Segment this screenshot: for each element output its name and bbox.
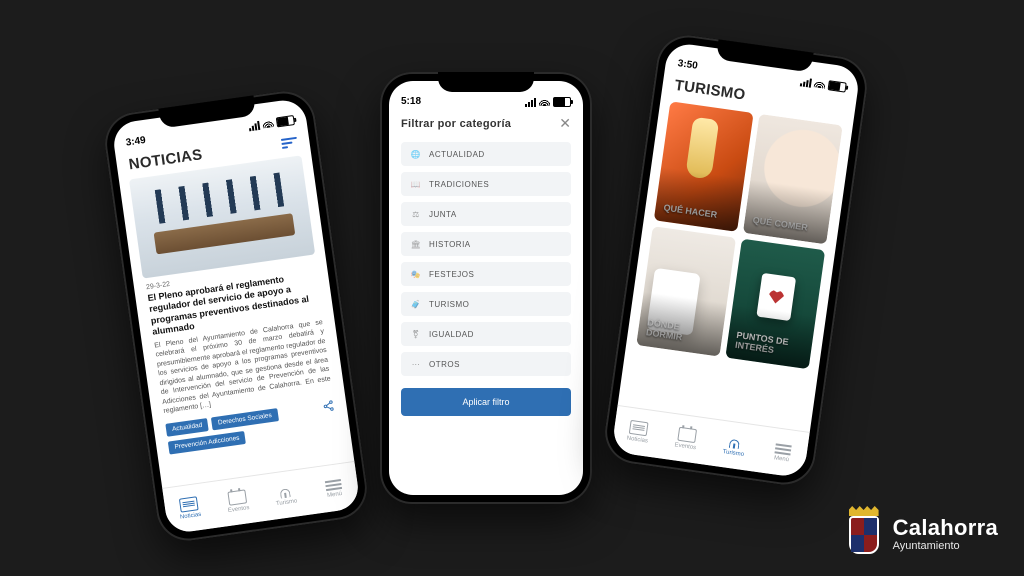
battery-icon (276, 115, 295, 127)
tab-eventos[interactable]: Eventos (210, 475, 264, 527)
apply-filter-button[interactable]: Aplicar filtro (401, 388, 571, 416)
signal-icon (525, 98, 536, 107)
category-turismo[interactable]: 🧳TURISMO (401, 292, 571, 316)
category-historia[interactable]: 🏛HISTORIA (401, 232, 571, 256)
clock: 3:50 (677, 58, 698, 72)
book-icon: 📖 (411, 179, 421, 189)
suitcase-icon: 🧳 (411, 299, 421, 309)
clock: 3:49 (125, 135, 146, 149)
screen: 3:49 NOTICIAS 29-3-22 El Pleno aprobará … (111, 98, 361, 535)
category-otros[interactable]: ⋯OTROS (401, 352, 571, 376)
category-festejos[interactable]: 🎭FESTEJOS (401, 262, 571, 286)
close-icon[interactable]: ✕ (559, 115, 571, 132)
calendar-icon (677, 427, 697, 443)
card-que-comer[interactable]: QUÉ COMER (743, 114, 843, 245)
tab-menu[interactable]: Menú (755, 426, 809, 478)
tourism-icon (726, 434, 744, 450)
category-junta[interactable]: ⚖JUNTA (401, 202, 571, 226)
card-donde-dormir[interactable]: DÓNDE DORMIR (636, 226, 736, 357)
menu-icon (774, 441, 792, 455)
page-title: NOTICIAS (128, 146, 204, 173)
calendar-icon (227, 489, 247, 505)
balance-icon: ⚧ (411, 329, 421, 339)
battery-icon (553, 97, 571, 107)
tab-turismo[interactable]: Turismo (258, 469, 312, 521)
clock: 5:18 (401, 96, 421, 107)
shield-icon (847, 514, 881, 554)
turismo-grid: QUÉ HACER QUÉ COMER DÓNDE DORMIR PUNTOS … (626, 98, 853, 371)
share-icon[interactable] (322, 399, 336, 416)
home-indicator[interactable] (451, 497, 521, 500)
gavel-icon: ⚖ (411, 209, 421, 219)
brand-sub: Ayuntamiento (893, 541, 998, 552)
tab-noticias[interactable]: Noticias (611, 406, 665, 458)
signal-icon (248, 120, 260, 130)
bank-icon: 🏛 (411, 239, 421, 249)
globe-icon: 🌐 (411, 149, 421, 159)
menu-icon (324, 477, 342, 491)
phone-turismo: 3:50 TURISMO QUÉ HACER QUÉ COMER DÓNDE D… (601, 31, 871, 488)
category-actualidad[interactable]: 🌐ACTUALIDAD (401, 142, 571, 166)
wifi-icon (814, 79, 826, 88)
category-list: 🌐ACTUALIDAD 📖TRADICIONES ⚖JUNTA 🏛HISTORI… (389, 138, 583, 376)
tab-noticias[interactable]: Noticias (162, 482, 216, 534)
tab-eventos[interactable]: Eventos (659, 413, 713, 465)
news-icon (179, 496, 199, 512)
screen: 5:18 Filtrar por categoría ✕ 🌐ACTUALIDAD… (389, 81, 583, 495)
phone-filter: 5:18 Filtrar por categoría ✕ 🌐ACTUALIDAD… (380, 72, 592, 504)
wifi-icon (262, 119, 274, 128)
tab-turismo[interactable]: Turismo (707, 419, 761, 471)
dots-icon: ⋯ (411, 359, 421, 369)
card-que-hacer[interactable]: QUÉ HACER (654, 101, 754, 232)
tourism-icon (276, 483, 294, 499)
category-igualdad[interactable]: ⚧IGUALDAD (401, 322, 571, 346)
brand-city: Calahorra (893, 517, 998, 539)
battery-icon (828, 80, 847, 92)
page-title: TURISMO (674, 77, 747, 104)
brand-logo: Calahorra Ayuntamiento (847, 514, 998, 554)
heart-icon (767, 289, 785, 305)
category-tradiciones[interactable]: 📖TRADICIONES (401, 172, 571, 196)
mask-icon: 🎭 (411, 269, 421, 279)
news-icon (629, 420, 649, 436)
card-puntos-interes[interactable]: PUNTOS DE INTERÉS (725, 239, 825, 370)
phone-noticias: 3:49 NOTICIAS 29-3-22 El Pleno aprobará … (101, 87, 371, 544)
wifi-icon (539, 98, 550, 106)
modal-title: Filtrar por categoría (401, 118, 511, 130)
screen: 3:50 TURISMO QUÉ HACER QUÉ COMER DÓNDE D… (611, 42, 861, 479)
tab-menu[interactable]: Menú (306, 462, 360, 514)
signal-icon (800, 77, 812, 87)
notch (438, 72, 534, 92)
filter-icon[interactable] (281, 136, 298, 148)
